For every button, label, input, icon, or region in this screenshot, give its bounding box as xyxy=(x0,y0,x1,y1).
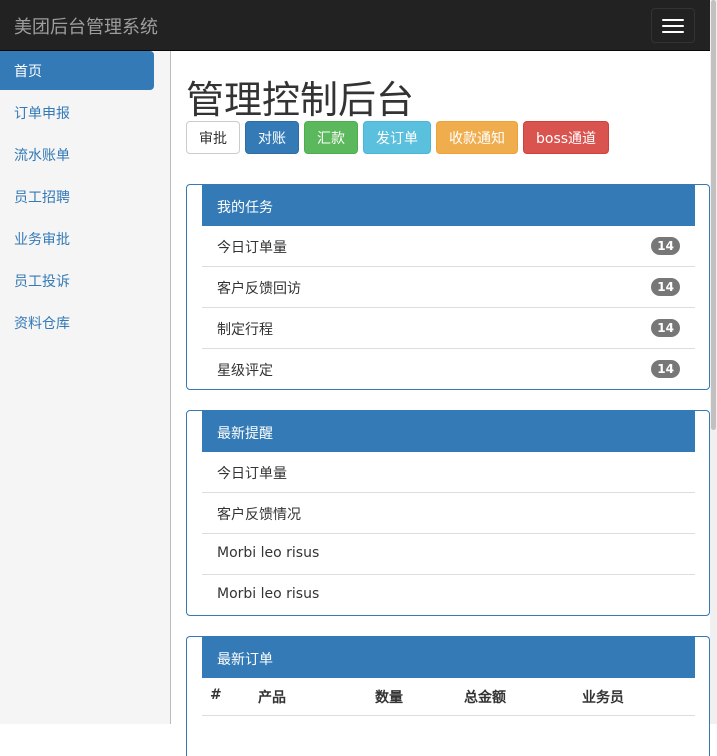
remit-button[interactable]: 汇款 xyxy=(304,121,358,154)
sidebar-item-complaints[interactable]: 员工投诉 xyxy=(0,261,154,300)
main-content: 管理控制后台 审批 对账 汇款 发订单 收款通知 boss通道 我的任务 今日订… xyxy=(171,51,710,756)
page-title: 管理控制后台 xyxy=(186,78,415,122)
menu-toggle-button[interactable] xyxy=(651,8,695,43)
list-item[interactable]: 今日订单量 xyxy=(202,452,695,493)
tasks-panel-heading: 我的任务 xyxy=(202,185,695,226)
count-badge: 14 xyxy=(651,360,680,378)
sidebar-item-bills[interactable]: 流水账单 xyxy=(0,135,154,174)
top-navbar: 美团后台管理系统 xyxy=(0,0,710,51)
menu-icon-bar xyxy=(662,25,684,27)
page-scrollbar[interactable] xyxy=(710,0,717,724)
column-header-quantity[interactable]: 数量 xyxy=(375,687,403,707)
tasks-list: 今日订单量 14 客户反馈回访 14 制定行程 14 星级评定 14 xyxy=(202,226,695,390)
list-item-label: 客户反馈情况 xyxy=(217,507,301,523)
list-item-label: 客户反馈回访 xyxy=(217,281,301,297)
list-item[interactable]: 客户反馈回访 14 xyxy=(202,267,695,308)
list-item[interactable]: Morbi leo risus xyxy=(202,575,695,616)
count-badge: 14 xyxy=(651,319,680,337)
column-header-id[interactable]: # xyxy=(210,687,222,703)
sidebar: 首页 订单申报 流水账单 员工招聘 业务审批 员工投诉 资料仓库 xyxy=(0,51,171,724)
orders-panel-heading: 最新订单 xyxy=(202,637,695,678)
brand-title[interactable]: 美团后台管理系统 xyxy=(14,13,158,39)
count-badge: 14 xyxy=(651,237,680,255)
column-header-salesperson[interactable]: 业务员 xyxy=(582,687,624,707)
list-item[interactable]: 制定行程 14 xyxy=(202,308,695,349)
list-item-label: 今日订单量 xyxy=(217,240,287,256)
orders-table: # 产品 数量 总金额 业务员 xyxy=(202,678,695,716)
list-item-label: 星级评定 xyxy=(217,363,273,379)
sidebar-item-archive[interactable]: 资料仓库 xyxy=(0,303,154,342)
sidebar-item-home[interactable]: 首页 xyxy=(0,51,154,90)
column-header-product[interactable]: 产品 xyxy=(258,687,286,707)
list-item[interactable]: 今日订单量 14 xyxy=(202,226,695,267)
count-badge: 14 xyxy=(651,278,680,296)
list-item[interactable]: 星级评定 14 xyxy=(202,349,695,390)
list-item[interactable]: Morbi leo risus xyxy=(202,534,695,575)
list-item-label: 今日订单量 xyxy=(217,466,287,482)
sidebar-item-approval[interactable]: 业务审批 xyxy=(0,219,154,258)
sidebar-item-recruitment[interactable]: 员工招聘 xyxy=(0,177,154,216)
payment-notice-button[interactable]: 收款通知 xyxy=(436,121,518,154)
list-item[interactable]: 客户反馈情况 xyxy=(202,493,695,534)
sidebar-item-order-report[interactable]: 订单申报 xyxy=(0,93,154,132)
boss-channel-button[interactable]: boss通道 xyxy=(523,121,610,154)
menu-icon-bar xyxy=(662,31,684,33)
list-item-label: Morbi leo risus xyxy=(217,545,320,561)
list-item-label: Morbi leo risus xyxy=(217,586,320,602)
column-header-total[interactable]: 总金额 xyxy=(464,687,506,707)
table-header-row: # 产品 数量 总金额 业务员 xyxy=(202,678,695,716)
approve-button[interactable]: 审批 xyxy=(186,121,240,154)
reminders-panel: 最新提醒 今日订单量 客户反馈情况 Morbi leo risus Morbi … xyxy=(186,410,710,616)
list-item-label: 制定行程 xyxy=(217,322,273,338)
orders-panel: 最新订单 # 产品 数量 总金额 业务员 xyxy=(186,636,710,756)
tasks-panel: 我的任务 今日订单量 14 客户反馈回访 14 制定行程 14 星级评定 14 xyxy=(186,184,710,390)
reconcile-button[interactable]: 对账 xyxy=(245,121,299,154)
menu-icon xyxy=(662,19,684,21)
send-order-button[interactable]: 发订单 xyxy=(363,121,431,154)
reminders-panel-heading: 最新提醒 xyxy=(202,411,695,452)
scrollbar-thumb[interactable] xyxy=(711,0,716,430)
reminders-list: 今日订单量 客户反馈情况 Morbi leo risus Morbi leo r… xyxy=(202,452,695,616)
